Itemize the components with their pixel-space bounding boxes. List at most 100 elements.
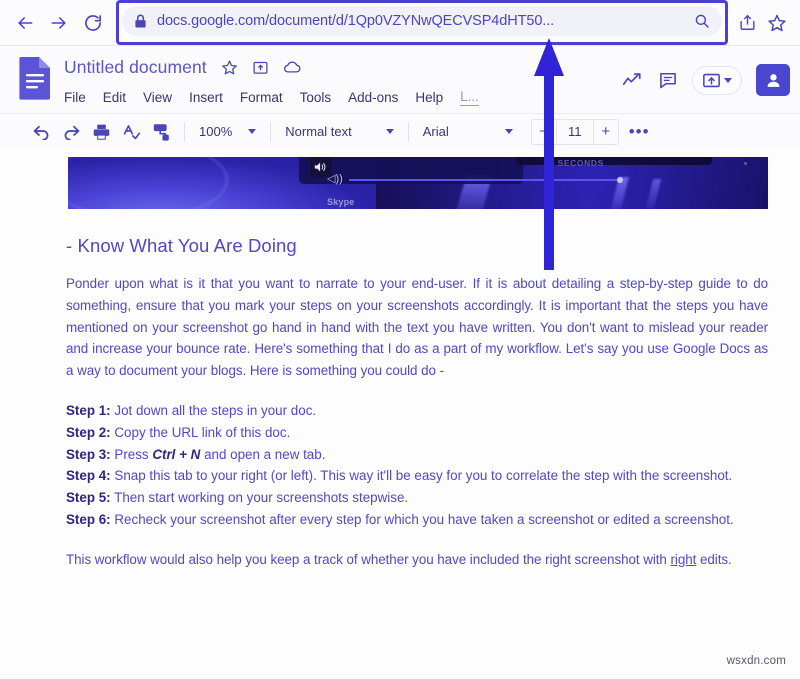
address-bar-container: docs.google.com/document/d/1Qp0VZYNwQECV… <box>116 0 728 45</box>
redo-icon[interactable] <box>56 118 86 146</box>
reload-button[interactable] <box>76 6 110 40</box>
menu-item-view[interactable]: View <box>143 90 172 105</box>
step-text: Recheck your screenshot after every step… <box>114 511 734 527</box>
volume-slider-track[interactable] <box>348 176 623 183</box>
step-item: Step 4: Snap this tab to your right (or … <box>66 465 768 487</box>
browser-toolbar: docs.google.com/document/d/1Qp0VZYNwQECV… <box>0 0 800 45</box>
step-text: Snap this tab to your right (or left). T… <box>114 468 733 484</box>
menu-item-help[interactable]: Help <box>415 90 443 105</box>
step-label: Step 1: <box>66 402 111 418</box>
menu-item-format[interactable]: Format <box>240 90 283 105</box>
volume-slider-knob[interactable] <box>617 176 623 183</box>
undo-icon[interactable] <box>26 118 56 146</box>
forward-button[interactable] <box>42 6 76 40</box>
media-slider-label: Skype <box>327 197 355 207</box>
closing-underlined-word: right <box>670 551 697 567</box>
title-row: Untitled document <box>64 52 622 82</box>
address-bar[interactable]: docs.google.com/document/d/1Qp0VZYNwQECV… <box>122 6 722 36</box>
comment-icon[interactable] <box>658 70 678 90</box>
volume-slider-row[interactable]: ◁)) <box>327 173 623 185</box>
move-to-folder-icon[interactable] <box>252 59 269 76</box>
step-label: Step 4: <box>66 468 111 484</box>
step-text-after: and open a new tab. <box>200 446 326 462</box>
step-text: Then start working on your screenshots s… <box>114 490 409 506</box>
zoom-level-select[interactable]: 100% <box>193 119 262 145</box>
step-item: Step 3: Press Ctrl + N and open a new ta… <box>66 444 768 466</box>
google-docs-logo[interactable] <box>18 56 52 100</box>
url-text: docs.google.com/document/d/1Qp0VZYNwQECV… <box>157 13 555 29</box>
closing-paragraph: This workflow would also help you keep a… <box>66 549 768 571</box>
step-text-before: Press <box>114 446 153 462</box>
toolbar-more-button[interactable]: ••• <box>619 122 660 142</box>
menu-item-addons[interactable]: Add-ons <box>348 90 398 105</box>
document-text-body[interactable]: - Know What You Are Doing Ponder upon wh… <box>66 235 768 571</box>
watermark: wsxdn.com <box>726 655 786 667</box>
toolbar-divider <box>184 121 185 142</box>
volume-icon: ◁)) <box>327 173 343 185</box>
activity-trend-icon[interactable] <box>622 71 644 89</box>
document-title[interactable]: Untitled document <box>64 57 207 78</box>
share-icon[interactable] <box>732 8 762 38</box>
menu-item-last-edit[interactable]: L... <box>460 89 479 106</box>
paragraph-style-value: Normal text <box>285 124 352 139</box>
font-size-decrease-button[interactable]: − <box>532 120 556 144</box>
chevron-down-icon <box>385 129 394 134</box>
menu-item-tools[interactable]: Tools <box>300 90 332 105</box>
media-inner: ◁)) Skype 60 SECONDS <box>68 157 768 209</box>
back-button[interactable] <box>8 6 42 40</box>
media-dot-indicator <box>744 162 747 165</box>
paragraph-style-select[interactable]: Normal text <box>279 119 399 145</box>
media-seconds-label: 60 SECONDS <box>544 158 604 168</box>
toolbar-divider <box>270 121 272 142</box>
step-item: Step 1: Jot down all the steps in your d… <box>66 400 768 422</box>
lock-icon <box>134 14 147 29</box>
chevron-down-icon <box>724 77 732 83</box>
docs-header: Untitled document File Edit View Insert … <box>0 45 800 113</box>
chevron-down-icon <box>504 129 513 134</box>
step-text: Jot down all the steps in your doc. <box>114 402 317 418</box>
font-size-value[interactable]: 11 <box>555 119 594 144</box>
step-label: Step 3: <box>66 446 111 462</box>
step-label: Step 5: <box>66 490 111 506</box>
cloud-saved-icon[interactable] <box>283 59 302 76</box>
bookmark-star-icon[interactable] <box>762 8 792 38</box>
docs-toolbar: 100% Normal text Arial − 11 + ••• <box>0 113 800 149</box>
browser-window: docs.google.com/document/d/1Qp0VZYNwQECV… <box>0 0 800 679</box>
embedded-video-screenshot[interactable]: ◁)) Skype 60 SECONDS <box>68 157 768 209</box>
spellcheck-icon[interactable] <box>116 118 146 146</box>
font-family-select[interactable]: Arial <box>417 119 519 145</box>
menu-item-edit[interactable]: Edit <box>103 90 126 105</box>
step-label: Step 6: <box>66 511 111 527</box>
paint-format-icon[interactable] <box>146 118 176 146</box>
star-icon[interactable] <box>221 59 238 76</box>
share-button[interactable] <box>756 64 790 96</box>
step-item: Step 5: Then start working on your scree… <box>66 487 768 509</box>
closing-text-before: This workflow would also help you keep a… <box>66 551 671 567</box>
docs-title-area: Untitled document File Edit View Insert … <box>64 52 622 110</box>
font-size-increase-button[interactable]: + <box>594 120 618 144</box>
step-text: Copy the URL link of this doc. <box>114 424 291 440</box>
step-label: Step 2: <box>66 424 111 440</box>
intro-paragraph: Ponder upon what is it that you want to … <box>66 276 768 379</box>
docs-header-actions <box>622 64 790 96</box>
present-button[interactable] <box>692 65 742 95</box>
font-family-value: Arial <box>422 124 449 139</box>
zoom-level-value: 100% <box>199 124 233 139</box>
print-icon[interactable] <box>86 118 116 146</box>
menu-item-file[interactable]: File <box>64 90 86 105</box>
title-icon-group <box>221 59 302 76</box>
step-keyboard-shortcut: Ctrl + N <box>152 446 201 462</box>
document-canvas: ◁)) Skype 60 SECONDS - Know What You Are… <box>0 149 800 673</box>
step-item: Step 6: Recheck your screenshot after ev… <box>66 509 768 531</box>
person-share-icon <box>764 71 783 90</box>
docs-menubar: File Edit View Insert Format Tools Add-o… <box>64 84 622 110</box>
steps-list: Step 1: Jot down all the steps in your d… <box>66 400 768 531</box>
menu-item-insert[interactable]: Insert <box>189 90 223 105</box>
step-item: Step 2: Copy the URL link of this doc. <box>66 422 768 444</box>
search-icon[interactable] <box>694 13 710 29</box>
section-heading: - Know What You Are Doing <box>66 235 297 256</box>
browser-action-icons <box>732 8 792 38</box>
present-upload-icon <box>702 72 721 89</box>
